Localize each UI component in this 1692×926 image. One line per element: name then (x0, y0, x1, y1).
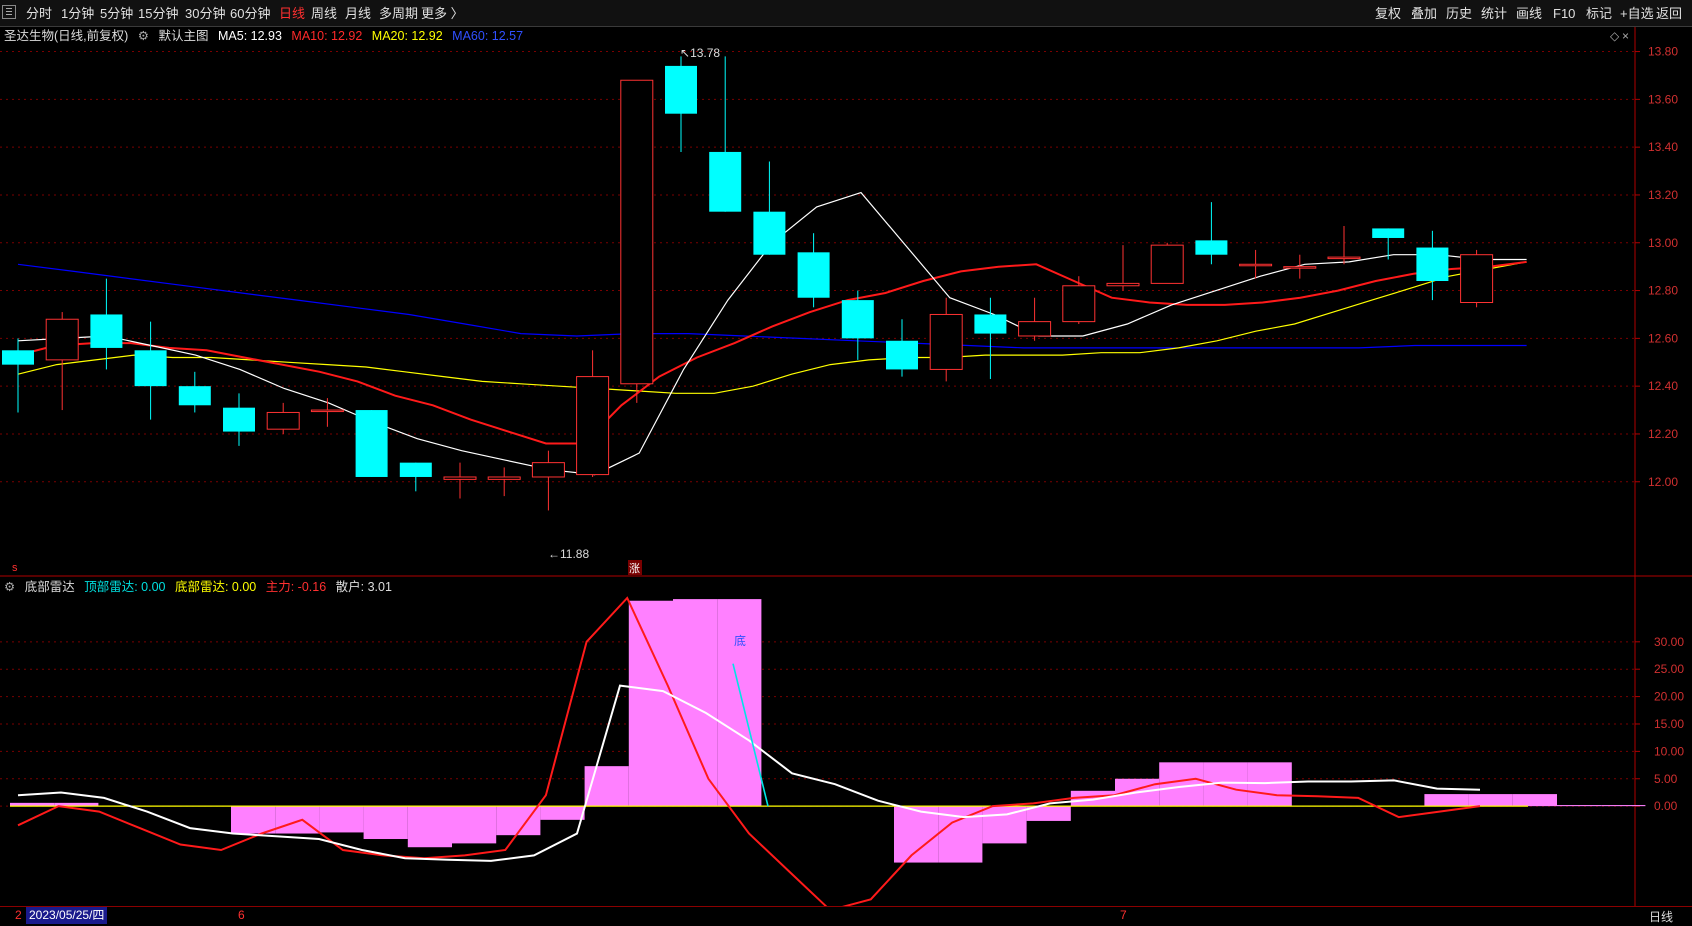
sub-tick-label: 20.00 (1654, 690, 1684, 704)
radar-bar (894, 806, 939, 863)
radar-bar (673, 599, 718, 807)
date-axis-month-7: 7 (1120, 908, 1127, 922)
ma-line-ma60 (17, 263, 1527, 349)
price-tick-label: 12.60 (1648, 331, 1678, 345)
candle-body-down (223, 407, 255, 432)
left-marker: s (12, 562, 18, 574)
radar-bar (1557, 805, 1602, 807)
date-axis-left-digit: 2 (15, 908, 22, 922)
sub-tick-label: 15.00 (1654, 717, 1684, 731)
sub-tick-label: 10.00 (1654, 744, 1684, 758)
candle-body-up (1239, 263, 1273, 267)
sub-annotation-label: 底 (734, 633, 746, 648)
candle-body-up (1460, 254, 1494, 304)
candle-body-down (974, 314, 1007, 334)
candle-body-up (1327, 256, 1361, 260)
sub-tick-label: 25.00 (1654, 662, 1684, 676)
price-tick-label: 13.80 (1648, 45, 1678, 59)
radar-bar (540, 806, 585, 820)
candle-body-down (753, 211, 786, 255)
radar-bar (628, 600, 673, 807)
date-axis-bar: 2 2023/05/25/四 6 7 日线 (0, 906, 1692, 926)
radar-bar (1468, 794, 1513, 807)
price-tick-label: 12.00 (1648, 475, 1678, 489)
candle-body-down (178, 386, 211, 406)
high-price-label: ↖13.78 (680, 46, 720, 60)
cursor-date: 2023/05/25/四 (26, 907, 108, 924)
price-tick-label: 12.20 (1648, 427, 1678, 441)
radar-bar (275, 806, 320, 834)
price-tick-label: 12.40 (1648, 379, 1678, 393)
radar-bar (363, 806, 408, 840)
low-price-label: ←11.88 (548, 547, 589, 561)
candle-body-down (797, 252, 830, 298)
diamond-icon[interactable]: ◇ (1610, 29, 1620, 43)
candle-body-down (886, 340, 918, 370)
candle-body-up (1106, 282, 1140, 287)
candle-body-down (665, 65, 697, 114)
candle-body-up (266, 411, 300, 430)
radar-bar (452, 806, 497, 844)
radar-bar (231, 806, 276, 834)
sub-tick-label: 5.00 (1654, 772, 1678, 786)
radar-bar (319, 806, 364, 833)
price-tick-label: 13.00 (1648, 236, 1678, 250)
candle-body-down (841, 300, 874, 339)
candle-body-down (90, 314, 123, 348)
price-tick-label: 12.80 (1648, 284, 1678, 298)
candle-body-down (355, 410, 388, 477)
candle-body-down (1416, 247, 1449, 281)
radar-bar (1601, 805, 1646, 807)
candle-body-down (709, 151, 742, 212)
candle-body-up (1062, 285, 1096, 323)
period-indicator[interactable]: 日线 (1649, 908, 1673, 925)
date-axis-month-6: 6 (238, 908, 245, 922)
candle-body-up (443, 476, 477, 480)
candle-body-down (399, 462, 432, 477)
price-tick-label: 13.60 (1648, 92, 1678, 106)
candle-body-up (576, 376, 610, 476)
candle-body-up (1018, 321, 1052, 337)
candle-body-up (929, 313, 963, 370)
price-tick-label: 13.20 (1648, 188, 1678, 202)
kline-chart-area[interactable]: ◇ × 12.00 12.20 12.40 12.60 12.80 13.00 13.20 1… (0, 0, 1692, 925)
radar-bar (1247, 762, 1292, 807)
radar-bar (407, 806, 452, 848)
radar-bar (1424, 794, 1469, 807)
candle-body-down (1372, 228, 1405, 238)
radar-bar (1512, 794, 1557, 807)
candle-body-up (310, 409, 344, 413)
close-icon[interactable]: × (1622, 29, 1629, 43)
price-tick-label: 13.40 (1648, 140, 1678, 154)
radar-bar (717, 599, 762, 807)
candle-body-up (487, 476, 521, 480)
sub-tick-label: 30.00 (1654, 635, 1684, 649)
candle-body-up (531, 462, 565, 478)
sub-tick-label: 0.00 (1654, 799, 1678, 813)
candle-body-up (620, 79, 654, 385)
candle-body-down (1195, 240, 1228, 255)
candle-body-up (1283, 266, 1317, 269)
candle-body-down (134, 350, 167, 387)
candle-body-up (1150, 244, 1184, 284)
candle-body-down (2, 350, 34, 365)
candle-body-up (45, 318, 79, 361)
zhang-marker: 涨 (629, 562, 640, 575)
ma-line-ma20 (17, 261, 1527, 394)
